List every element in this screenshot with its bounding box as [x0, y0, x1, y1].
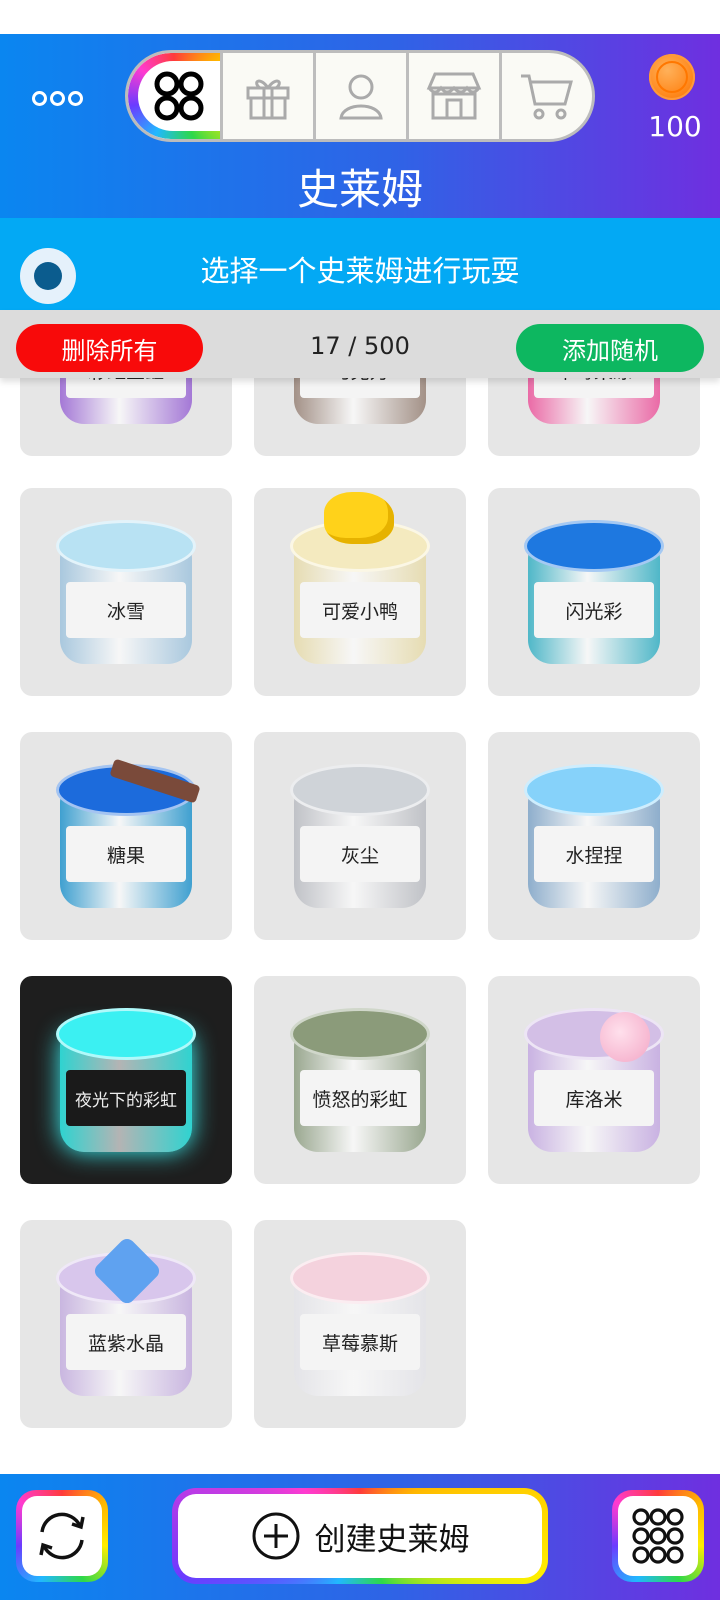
tab-grid[interactable] — [128, 53, 220, 139]
create-slime-label: 创建史莱姆 — [314, 1521, 470, 1558]
slime-jar: 水捏捏 — [524, 754, 664, 914]
slime-label: 冰雪 — [66, 582, 186, 638]
slime-card[interactable]: 可爱小鸭 — [254, 488, 466, 696]
page-title: 史莱姆 — [296, 165, 423, 214]
grid-icon — [154, 71, 204, 121]
info-banner: 选择一个史莱姆进行玩耍 — [0, 218, 720, 310]
create-slime-button[interactable]: 创建史莱姆 — [172, 1488, 548, 1584]
gift-icon — [246, 79, 290, 120]
bottom-bar: 创建史莱姆 — [0, 1474, 720, 1600]
header: 100 史莱姆 — [0, 34, 720, 218]
slime-card[interactable]: 冰雪 — [20, 488, 232, 696]
slime-card[interactable]: 库洛米 — [488, 976, 700, 1184]
jar-slime-top — [524, 520, 664, 572]
slime-label: 闪光彩 — [534, 582, 654, 638]
tab-store[interactable] — [406, 53, 499, 139]
slime-jar: 灰尘 — [290, 754, 430, 914]
slime-jar: 草莓果冻 — [524, 378, 664, 430]
status-bar — [0, 0, 720, 34]
slime-label: 可爱小鸭 — [300, 582, 420, 638]
slime-count: 17 / 500 — [310, 332, 410, 360]
refresh-icon — [39, 1512, 85, 1560]
slime-card[interactable]: 夜光下的彩虹 — [20, 976, 232, 1184]
jar-slime-top — [524, 764, 664, 816]
slime-jar: 夜光下的彩虹 — [56, 998, 196, 1158]
slime-card[interactable]: 巧克力 — [254, 378, 466, 456]
jar-slime-top — [290, 764, 430, 816]
slime-label: 草莓慕斯 — [300, 1314, 420, 1370]
jar-slime-top — [56, 520, 196, 572]
slime-label: 蓝紫水晶 — [66, 1314, 186, 1370]
slime-label: 糖果 — [66, 826, 186, 882]
delete-all-button[interactable]: 删除所有 — [16, 324, 203, 372]
slime-card[interactable]: 彩虹鱼缸 — [20, 378, 232, 456]
lollipop-icon — [600, 1012, 650, 1062]
add-random-button[interactable]: 添加随机 — [516, 324, 704, 372]
slime-card[interactable]: 灰尘 — [254, 732, 466, 940]
slime-label: 草莓果冻 — [534, 378, 654, 398]
slime-jar: 闪光彩 — [524, 510, 664, 670]
slime-label: 夜光下的彩虹 — [66, 1070, 186, 1126]
cart-icon — [521, 74, 573, 120]
more-dots-icon[interactable] — [32, 86, 92, 110]
slime-jar: 彩虹鱼缸 — [56, 378, 196, 430]
tab-profile[interactable] — [313, 53, 406, 139]
tab-cart[interactable] — [499, 53, 592, 139]
slime-card[interactable]: 愤怒的彩虹 — [254, 976, 466, 1184]
refresh-button[interactable] — [16, 1490, 108, 1582]
jar-slime-top — [56, 1008, 196, 1060]
slime-grid: 彩虹鱼缸 巧克力 草莓果冻冰雪 可爱小鸭 闪光彩糖果 灰尘 水捏捏夜光下的彩虹 愤怒的彩虹 库洛… — [0, 378, 720, 1474]
plus-circle-icon — [252, 1512, 299, 1560]
top-tab-bar — [125, 50, 595, 142]
store-icon — [426, 72, 482, 120]
jar-slime-top — [290, 1252, 430, 1304]
info-text: 选择一个史莱姆进行玩耍 — [200, 254, 520, 288]
slime-label: 水捏捏 — [534, 826, 654, 882]
grid-dots-icon — [632, 1508, 684, 1564]
slime-label: 巧克力 — [300, 378, 420, 398]
tab-gift[interactable] — [220, 53, 313, 139]
slime-label: 彩虹鱼缸 — [66, 378, 186, 398]
action-toolbar: 删除所有 17 / 500 添加随机 — [0, 310, 720, 378]
slime-card[interactable]: 草莓慕斯 — [254, 1220, 466, 1428]
menu-grid-button[interactable] — [612, 1490, 704, 1582]
person-icon — [339, 74, 383, 120]
slime-card[interactable]: 水捏捏 — [488, 732, 700, 940]
coin-icon — [649, 54, 695, 100]
slime-jar: 愤怒的彩虹 — [290, 998, 430, 1158]
slime-label: 库洛米 — [534, 1070, 654, 1126]
slime-jar: 巧克力 — [290, 378, 430, 430]
coin-count: 100 — [648, 110, 702, 143]
slime-card[interactable]: 蓝紫水晶 — [20, 1220, 232, 1428]
duck-toy-icon — [324, 492, 394, 544]
slime-card[interactable]: 草莓果冻 — [488, 378, 700, 456]
slime-card[interactable]: 糖果 — [20, 732, 232, 940]
slime-label: 灰尘 — [300, 826, 420, 882]
jar-slime-top — [290, 1008, 430, 1060]
slime-jar: 冰雪 — [56, 510, 196, 670]
slime-jar: 草莓慕斯 — [290, 1242, 430, 1402]
slime-label: 愤怒的彩虹 — [300, 1070, 420, 1126]
slime-card[interactable]: 闪光彩 — [488, 488, 700, 696]
